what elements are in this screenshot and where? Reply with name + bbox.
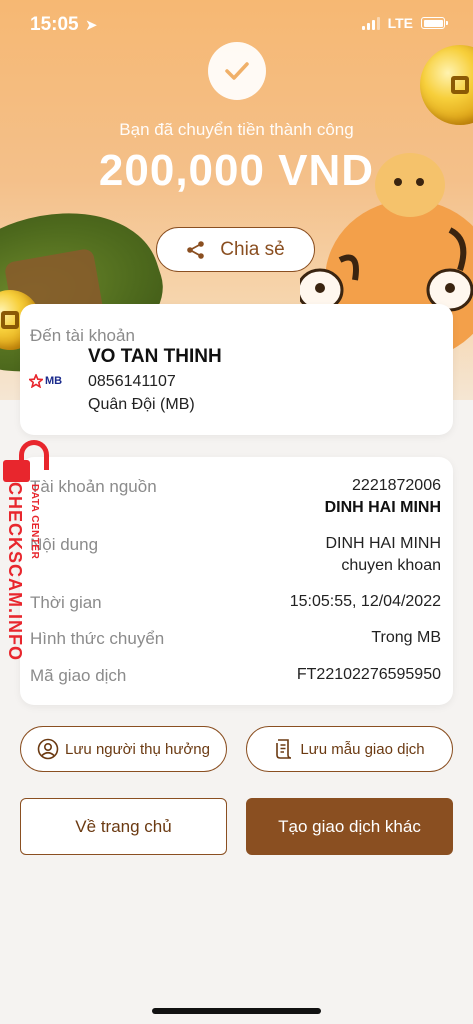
save-recipient-button[interactable]: Lưu người thụ hưởng [20,726,227,772]
go-home-button[interactable]: Về trang chủ [20,798,227,855]
share-label: Chia sẻ [220,238,285,260]
gold-coin-decoration [420,45,473,125]
save-template-button[interactable]: Lưu mẫu giao dịch [246,726,453,772]
save-template-label: Lưu mẫu giao dịch [300,740,425,758]
network-type: LTE [387,15,413,31]
content-line-1: DINH HAI MINH [325,535,441,552]
transaction-details-card: Tài khoản nguồn 2221872006 DINH HAI MINH… [20,457,453,705]
home-indicator[interactable] [152,1008,321,1014]
source-account-owner: DINH HAI MINH [324,499,441,516]
star-icon [29,374,43,388]
save-recipient-label: Lưu người thụ hưởng [65,740,210,758]
recipient-account-number: 0856141107 [88,373,176,390]
share-icon [187,240,205,259]
transaction-id-value: FT22102276595950 [296,666,441,683]
battery-icon [421,17,448,29]
mb-bank-logo: MB [29,374,62,388]
status-time: 15:05 [30,14,79,35]
location-arrow-icon: ➤ [85,17,98,34]
new-transaction-button[interactable]: Tạo giao dịch khác [246,798,453,855]
content-line-2: chuyen khoan [341,557,441,574]
recipient-label: Đến tài khoản [30,326,135,345]
source-account-number: 2221872006 [352,477,441,494]
share-button[interactable]: Chia sẻ [156,227,315,272]
recipient-name: VO TAN THINH [88,346,222,367]
success-check-icon [208,42,266,100]
method-value: Trong MB [371,629,441,646]
recipient-bank-name: Quân Đội (MB) [88,396,195,413]
signal-icon [361,16,380,30]
time-value: 15:05:55, 12/04/2022 [289,593,441,610]
success-message: Bạn đã chuyển tiền thành công [119,120,354,139]
document-icon [276,739,292,759]
watermark-site: CHECKSCAM.INFO [5,482,25,661]
user-icon [37,738,59,760]
transfer-amount: 200,000 VND [98,146,375,195]
watermark-sub: DATA CENTER [29,484,40,560]
recipient-card: Đến tài khoản MB VO TAN THINH 0856141107… [20,304,453,435]
checkscam-watermark: CHECKSCAM.INFO DATA CENTER [0,440,60,680]
